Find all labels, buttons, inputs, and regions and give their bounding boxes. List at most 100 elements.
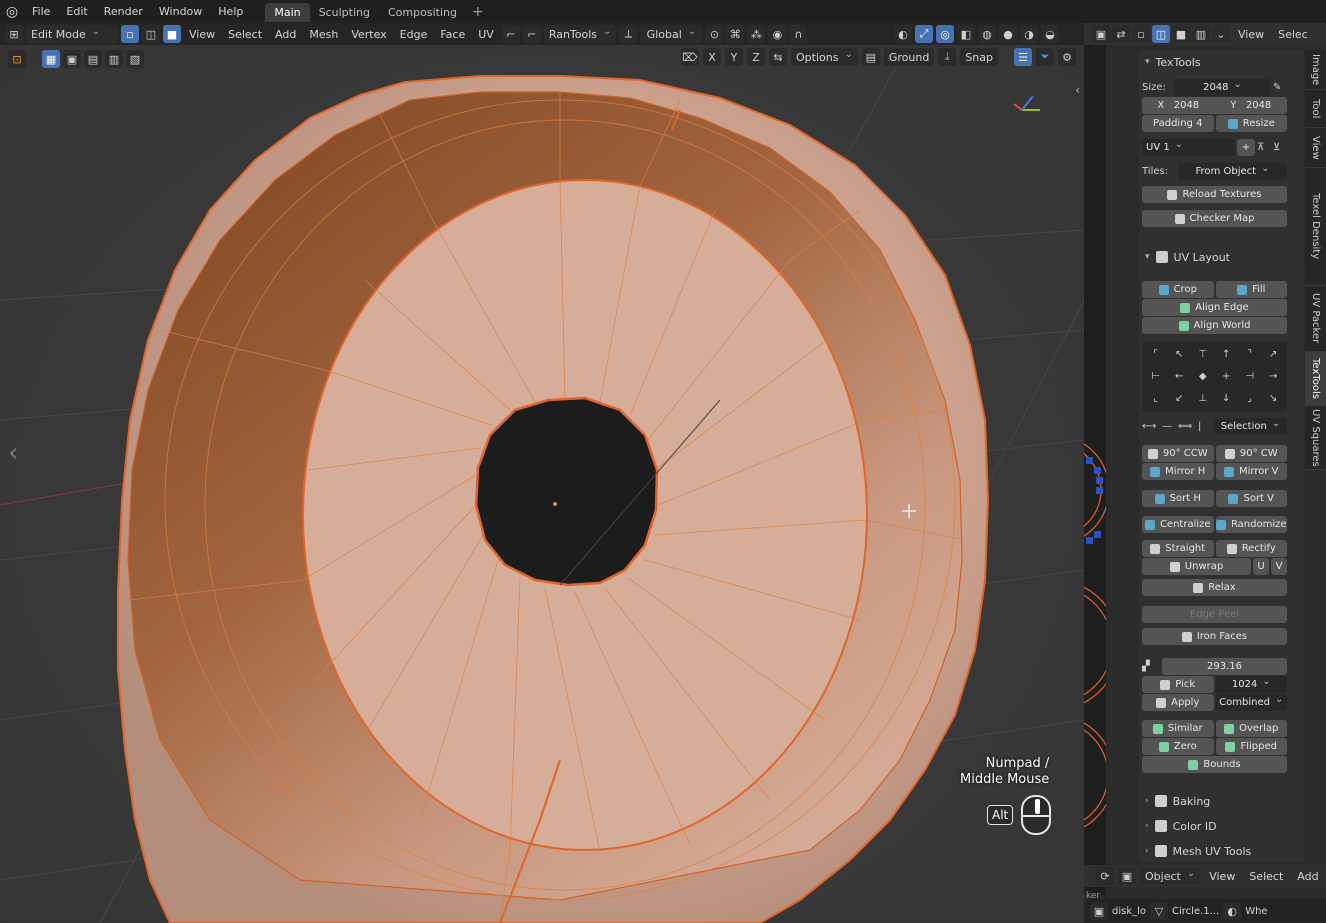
- proportional-edit-icon[interactable]: ◉: [768, 25, 787, 43]
- uv-vertex-mode-icon[interactable]: ▫: [1132, 25, 1150, 43]
- align-right-icon[interactable]: ⊣: [1238, 365, 1262, 387]
- vertex-select-icon[interactable]: ▫: [121, 25, 139, 43]
- shading-wireframe-icon[interactable]: ◍: [978, 25, 996, 43]
- mesh-uv-tools-section-header[interactable]: › Mesh UV Tools: [1139, 841, 1304, 861]
- mesh-center-hole[interactable]: [474, 396, 659, 587]
- select-invert-icon[interactable]: ▥: [105, 50, 123, 68]
- object-mode-icon[interactable]: ▣: [1118, 867, 1136, 885]
- selection-dropdown[interactable]: Selection: [1214, 418, 1287, 435]
- align-top-icon[interactable]: ⊤: [1191, 343, 1215, 365]
- edge-select-icon[interactable]: ◫: [142, 25, 160, 43]
- unwrap-u-button[interactable]: U: [1253, 558, 1269, 575]
- xray-toggle-icon[interactable]: ◧: [957, 25, 975, 43]
- baking-section-header[interactable]: › Baking: [1139, 791, 1304, 811]
- move-down-icon[interactable]: ↓: [1215, 388, 1239, 410]
- uv-sticky-icon[interactable]: ⌄: [1212, 25, 1230, 43]
- move-center-icon[interactable]: +: [1215, 365, 1239, 387]
- menu-add[interactable]: Add: [270, 25, 301, 43]
- snap-target-icon[interactable]: ⁂: [747, 25, 766, 43]
- straight-button[interactable]: Straight: [1142, 540, 1214, 557]
- blender-logo-icon[interactable]: ◎: [0, 0, 24, 23]
- uv-layout-section-header[interactable]: ▾ UV Layout: [1139, 247, 1304, 267]
- select-subtract-icon[interactable]: ▤: [84, 50, 102, 68]
- tab-tool[interactable]: Tool: [1305, 90, 1326, 128]
- fill-button[interactable]: Fill: [1215, 281, 1287, 298]
- rectify-button[interactable]: Rectify: [1215, 540, 1287, 557]
- menu-select[interactable]: Select: [223, 25, 267, 43]
- align-bottom-right-icon[interactable]: ⌟: [1238, 388, 1262, 410]
- select-extend-icon[interactable]: ▣: [63, 50, 81, 68]
- padding-field[interactable]: Padding 4: [1142, 115, 1214, 132]
- gizmo-toggle-icon[interactable]: ⤢: [915, 25, 933, 43]
- menu-uv[interactable]: UV: [473, 25, 499, 43]
- move-up-right-icon[interactable]: ↗: [1262, 343, 1286, 365]
- settings-gear-icon[interactable]: ⚙: [1058, 48, 1076, 66]
- falloff-icon[interactable]: ∩: [789, 25, 808, 43]
- tiles-dropdown[interactable]: From Object: [1178, 163, 1287, 180]
- uv-face-mode-icon[interactable]: ■: [1172, 25, 1190, 43]
- move-down-left-icon[interactable]: ↙: [1168, 388, 1192, 410]
- rotate-view-icon[interactable]: ⟳: [1096, 867, 1114, 885]
- uv-menu-view[interactable]: View: [1232, 28, 1270, 41]
- workspace-tab-main[interactable]: Main: [265, 3, 310, 22]
- shading-solid-icon[interactable]: ●: [999, 25, 1017, 43]
- x-field[interactable]: X 2048: [1142, 97, 1215, 114]
- mirror-h-button[interactable]: Mirror H: [1142, 463, 1214, 480]
- move-up-icon[interactable]: ↑: [1215, 343, 1239, 365]
- rantools-menu[interactable]: RanTools: [543, 25, 617, 43]
- shading-material-icon[interactable]: ◑: [1020, 25, 1038, 43]
- menu-edge[interactable]: Edge: [395, 25, 433, 43]
- tab-uv-packer[interactable]: UV Packer: [1305, 286, 1326, 352]
- rotate-cw-button[interactable]: 90° CW: [1215, 445, 1287, 462]
- workspace-tab-compositing[interactable]: Compositing: [379, 3, 466, 22]
- relax-button[interactable]: Relax: [1142, 579, 1287, 596]
- uv-island-mode-icon[interactable]: ▥: [1192, 25, 1210, 43]
- tab-image[interactable]: Image: [1305, 50, 1326, 90]
- crop-button[interactable]: Crop: [1142, 281, 1214, 298]
- align-top-right-icon[interactable]: ⌝: [1238, 343, 1262, 365]
- face-select-icon[interactable]: ■: [163, 25, 181, 43]
- iron-faces-button[interactable]: Iron Faces: [1142, 628, 1287, 645]
- menu-mesh[interactable]: Mesh: [304, 25, 343, 43]
- uv-island-preview[interactable]: [1084, 45, 1106, 895]
- select-intersect-icon[interactable]: ▧: [126, 50, 144, 68]
- similar-button[interactable]: Similar: [1142, 720, 1214, 737]
- mode-selector[interactable]: Edit Mode: [26, 25, 118, 43]
- overlap-button[interactable]: Overlap: [1215, 720, 1287, 737]
- unwrap-v-button[interactable]: V: [1271, 558, 1287, 575]
- menu-vertex[interactable]: Vertex: [346, 25, 391, 43]
- filter-icon[interactable]: ⏷: [1036, 48, 1054, 66]
- menu-face[interactable]: Face: [435, 25, 470, 43]
- align-edge-button[interactable]: Align Edge: [1142, 299, 1287, 316]
- tab-textools[interactable]: TexTools: [1305, 352, 1326, 406]
- eyedropper-icon[interactable]: ✎: [1273, 79, 1287, 96]
- distribute-line-icon[interactable]: —: [1162, 418, 1176, 435]
- workspace-tab-sculpting[interactable]: Sculpting: [310, 3, 379, 22]
- uv-editor-type-icon[interactable]: ▣: [1092, 25, 1110, 43]
- centralize-button[interactable]: Centralize: [1142, 516, 1214, 533]
- pick-button[interactable]: Pick: [1142, 676, 1214, 693]
- mesh-symmetry-icon[interactable]: ⇆: [769, 48, 787, 66]
- sidebar-toggle-icon[interactable]: ☰: [1014, 48, 1032, 66]
- align-bottom-left-icon[interactable]: ⌞: [1144, 388, 1168, 410]
- align-left-icon[interactable]: ⊢: [1144, 365, 1168, 387]
- axis-x-toggle[interactable]: X: [703, 48, 721, 66]
- move-up-left-icon[interactable]: ↖: [1168, 343, 1192, 365]
- select-new-icon[interactable]: ▦: [42, 50, 60, 68]
- align-bottom-icon[interactable]: ⊥: [1191, 388, 1215, 410]
- mirror-v-button[interactable]: Mirror V: [1215, 463, 1287, 480]
- lower-menu-view[interactable]: View: [1204, 867, 1240, 885]
- uv-channel-dropdown[interactable]: UV 1: [1142, 139, 1235, 156]
- menu-help[interactable]: Help: [210, 0, 251, 23]
- shading-rendered-icon[interactable]: ◒: [1041, 25, 1059, 43]
- editor-type-icon[interactable]: ⊞: [5, 25, 23, 43]
- uv-sync-icon[interactable]: ⌐: [501, 25, 520, 43]
- menu-render[interactable]: Render: [96, 0, 151, 23]
- mirror-icon[interactable]: ⌦: [681, 48, 699, 66]
- lower-menu-add[interactable]: Add: [1292, 867, 1323, 885]
- zero-button[interactable]: Zero: [1142, 738, 1214, 755]
- object-mode-dropdown[interactable]: Object: [1140, 867, 1201, 885]
- sort-h-button[interactable]: Sort H: [1142, 490, 1214, 507]
- tab-uv-squares[interactable]: UV Squares: [1305, 406, 1326, 470]
- axis-z-toggle[interactable]: Z: [747, 48, 765, 66]
